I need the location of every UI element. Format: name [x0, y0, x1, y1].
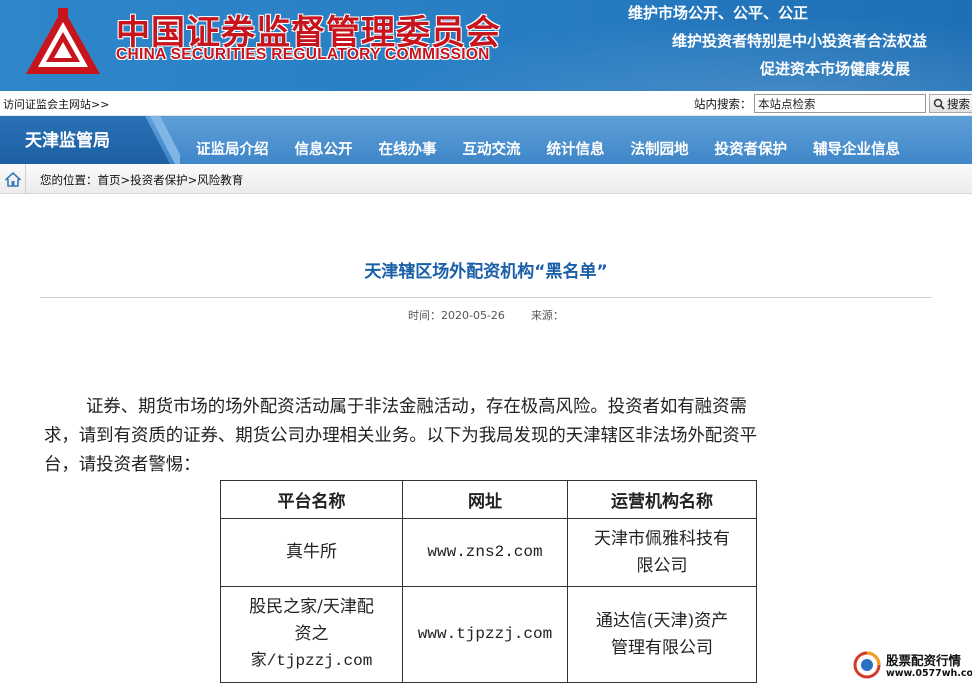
- operator-name-line: 限公司: [636, 555, 688, 576]
- paragraph-line: 台，请投资者警惕：: [44, 455, 201, 475]
- operator-cell: 通达信(天津)资产 管理有限公司: [567, 586, 757, 683]
- platform-cell: 股民之家/天津配 资之 家/tjpzzj.com: [220, 586, 403, 683]
- site-title-en: CHINA SECURITIES REGULATORY COMMISSION: [116, 46, 490, 63]
- operator-name-line: 管理有限公司: [611, 637, 713, 658]
- platform-name-line: 家/tjpzzj.com: [250, 652, 373, 670]
- article-time: 时间：2020-05-26: [408, 309, 505, 322]
- column-header-operator: 运营机构名称: [567, 480, 757, 519]
- slogan-2: 维护投资者特别是中小投资者合法权益: [672, 32, 928, 50]
- article-title: 天津辖区场外配资机构“黑名单”: [364, 262, 608, 282]
- bureau-brand-label: 天津监管局: [25, 131, 110, 151]
- platform-cell: 真牛所: [220, 518, 403, 587]
- slogan-1: 维护市场公开、公平、公正: [628, 4, 809, 22]
- operator-name-line: 通达信(天津)资产: [595, 610, 729, 631]
- title-divider: [40, 297, 932, 298]
- table-row: 股民之家/天津配 资之 家/tjpzzj.com www.tjpzzj.com …: [220, 586, 757, 683]
- article-source: 来源：: [530, 309, 564, 322]
- column-header-url: 网址: [402, 480, 568, 519]
- nav-item-statistics[interactable]: 统计信息: [547, 138, 605, 159]
- search-input[interactable]: [754, 94, 926, 113]
- top-search-row: 访问证监会主网站>> 站内搜索： 搜索: [0, 91, 972, 116]
- header-banner: 中国证券监督管理委员会 CHINA SECURITIES REGULATORY …: [0, 0, 972, 91]
- bureau-brand[interactable]: 天津监管局: [0, 116, 170, 164]
- table-header-row: 平台名称 网址 运营机构名称: [220, 480, 757, 519]
- nav-item-disclosure[interactable]: 信息公开: [295, 138, 353, 159]
- home-icon[interactable]: [0, 164, 26, 194]
- main-site-link[interactable]: 访问证监会主网站>>: [3, 96, 109, 112]
- url-cell: www.tjpzzj.com: [402, 586, 568, 683]
- paragraph-line: 求，请到有资质的证券、期货公司办理相关业务。以下为我局发现的天津辖区非法场外配资…: [44, 426, 758, 446]
- article-paragraph: 证券、期货市场的场外配资活动属于非法金融活动，存在极高风险。投资者如有融资需 求…: [44, 393, 929, 480]
- nav-item-investor-protection[interactable]: 投资者保护: [715, 138, 788, 159]
- operator-name-line: 天津市佩雅科技有: [594, 528, 730, 549]
- csrc-logo-icon: [26, 8, 100, 74]
- watermark: 股票配资行情 www.0577wh.com: [852, 650, 972, 685]
- search-button-label: 搜索: [947, 96, 970, 111]
- watermark-name: 股票配资行情: [886, 653, 962, 668]
- nav-item-intro[interactable]: 证监局介绍: [196, 138, 269, 159]
- article-meta: 时间：2020-05-26 来源：: [408, 307, 564, 323]
- search-button[interactable]: 搜索: [929, 94, 972, 113]
- platform-name-line: 股民之家/天津配: [249, 597, 374, 617]
- operator-cell: 天津市佩雅科技有 限公司: [567, 518, 757, 587]
- watermark-logo-icon: [853, 651, 881, 679]
- breadcrumb: 您的位置：首页>投资者保护>风险教育: [0, 164, 972, 194]
- breadcrumb-text: 您的位置：首页>投资者保护>风险教育: [40, 173, 244, 187]
- nav-item-online-service[interactable]: 在线办事: [379, 138, 437, 159]
- slogan-3: 促进资本市场健康发展: [760, 60, 911, 78]
- url-cell: www.zns2.com: [402, 518, 568, 587]
- main-nav: 天津监管局 证监局介绍 信息公开 在线办事 互动交流 统计信息 法制园地 投资者…: [0, 116, 972, 164]
- nav-item-legal[interactable]: 法制园地: [631, 138, 689, 159]
- nav-item-tutoring[interactable]: 辅导企业信息: [813, 138, 900, 159]
- watermark-url: www.0577wh.com: [886, 668, 972, 679]
- nav-item-interaction[interactable]: 互动交流: [463, 138, 521, 159]
- column-header-platform: 平台名称: [220, 480, 403, 519]
- platform-name-line: 资之: [294, 624, 329, 644]
- blacklist-table: 平台名称 网址 运营机构名称 真牛所 www.zns2.com 天津市佩雅科技有…: [220, 480, 757, 683]
- table-row: 真牛所 www.zns2.com 天津市佩雅科技有 限公司: [220, 518, 757, 587]
- search-icon: [933, 98, 945, 110]
- platform-name-line: 真牛所: [286, 542, 337, 562]
- search-label: 站内搜索：: [694, 97, 752, 111]
- paragraph-line: 证券、期货市场的场外配资活动属于非法金融活动，存在极高风险。投资者如有融资需: [86, 397, 747, 417]
